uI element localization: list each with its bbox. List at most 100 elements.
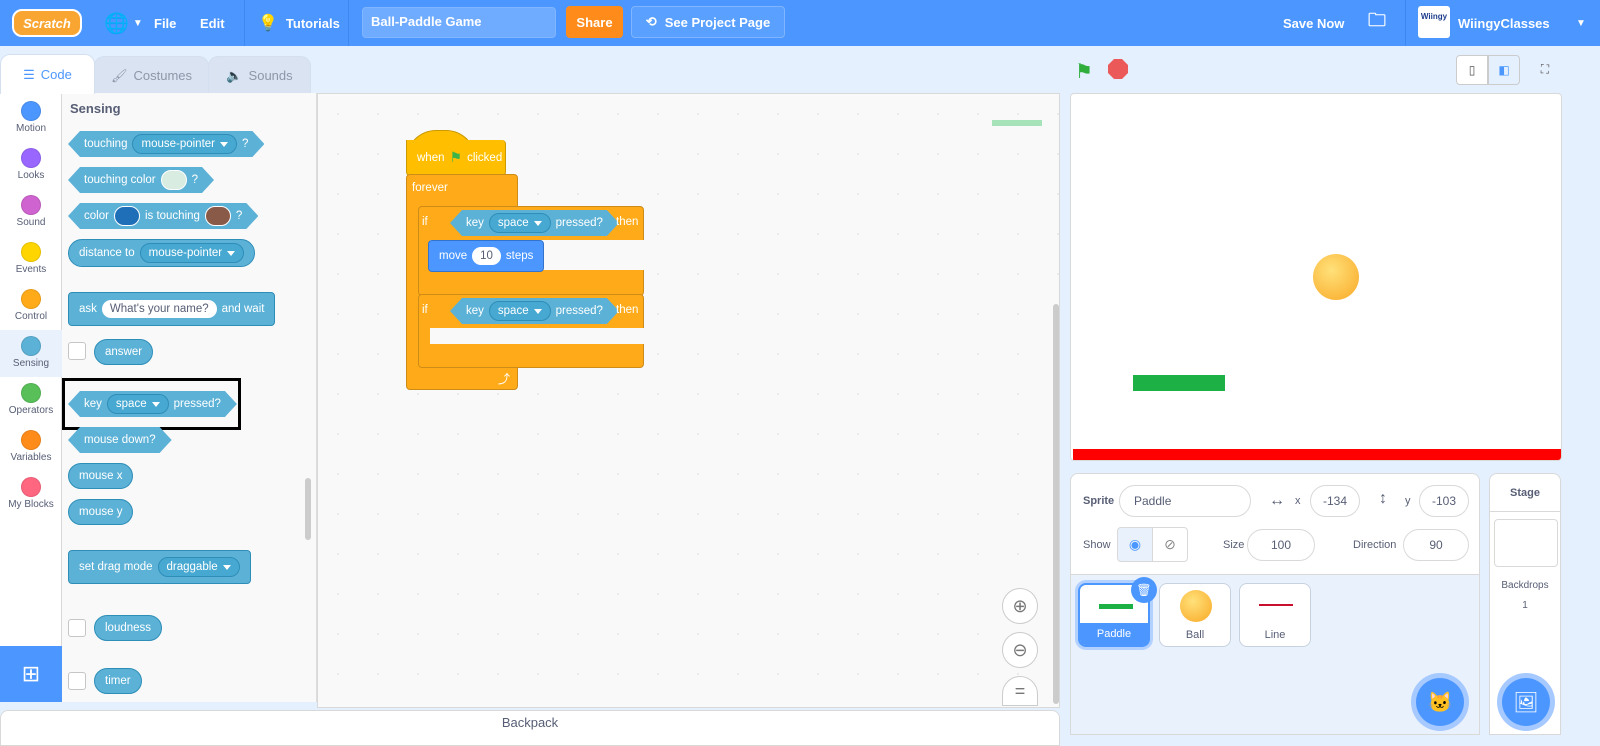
block-key-pressed-condition[interactable]: key space pressed? [450,298,619,324]
code-icon: ☰ [23,66,35,82]
category-sensing[interactable]: Sensing [0,330,62,377]
key-dropdown[interactable]: space [489,301,551,321]
ball-thumbnail [1180,590,1212,622]
paddle-sprite[interactable] [1133,375,1225,391]
sprite-name: Paddle [1080,623,1148,645]
edit-menu[interactable]: Edit [200,0,225,46]
fullscreen-button[interactable]: ⛶ [1530,55,1560,85]
block-mouse-x[interactable]: mouse x [68,463,134,489]
block-key-pressed-condition[interactable]: key space pressed? [450,210,619,236]
palette-scrollbar[interactable] [305,478,311,540]
direction-input[interactable]: 90 [1403,529,1469,561]
touching-dropdown[interactable]: mouse-pointer [132,134,237,154]
key-dropdown[interactable]: space [489,213,551,233]
block-loudness[interactable]: loudness [94,615,163,641]
color-swatch[interactable] [161,170,187,190]
green-flag-button[interactable]: ⚑ [1075,59,1093,84]
distance-dropdown[interactable]: mouse-pointer [139,243,245,263]
block-key-pressed[interactable]: key space pressed? [68,391,237,417]
category-control[interactable]: Control [0,285,62,332]
sprite-name-input[interactable]: Paddle [1119,485,1251,517]
green-flag-icon: ⚑ [449,149,463,165]
ball-sprite[interactable] [1313,254,1359,300]
tab-code[interactable]: ☰ Code [0,54,95,94]
stage-canvas[interactable] [1070,93,1562,461]
tab-costumes[interactable]: 🖌 Costumes [94,56,209,94]
steps-input[interactable]: 10 [472,247,501,265]
block-color-is-touching[interactable]: color is touching? [68,203,258,229]
script-area[interactable]: when ⚑ clicked forever ⤴ if key space presse… [317,93,1060,708]
lightbulb-icon: 💡 [258,15,278,32]
y-input[interactable]: -103 [1419,485,1469,517]
block-when-flag-clicked[interactable]: when ⚑ clicked [406,140,506,176]
block-touching[interactable]: touching mouse-pointer? [68,131,264,157]
sprite-tile-ball[interactable]: Ball [1159,583,1231,647]
zoom-reset-button[interactable]: = [1002,676,1038,706]
category-operators[interactable]: Operators [0,379,62,426]
drag-mode-dropdown[interactable]: draggable [157,557,240,577]
share-button[interactable]: Share [566,6,623,38]
category-motion[interactable]: Motion [0,97,62,144]
add-extension-button[interactable]: ⊞ [0,646,62,702]
paddle-thumbnail [1099,604,1133,609]
scratch-logo[interactable]: Scratch [12,9,82,37]
backpack[interactable]: Backpack [0,710,1060,746]
block-mouse-down[interactable]: mouse down? [68,427,172,453]
project-title-input[interactable]: Ball-Paddle Game [362,7,556,38]
block-distance-to[interactable]: distance to mouse-pointer [68,239,256,267]
block-timer[interactable]: timer [94,668,142,694]
answer-checkbox[interactable] [68,342,86,360]
save-now-button[interactable]: Save Now [1283,0,1344,46]
palette-heading: Sensing [70,101,121,116]
ask-input[interactable]: What's your name? [101,300,217,318]
show-label: Show [1083,539,1111,551]
if-label: if [422,304,428,316]
category-looks[interactable]: Looks [0,144,62,191]
block-ask-and-wait[interactable]: ask What's your name? and wait [68,292,276,326]
file-menu[interactable]: File [154,0,176,46]
block-move-steps[interactable]: move 10 steps [428,240,545,272]
sound-dot-icon [21,195,41,215]
key-dropdown[interactable]: space [107,394,169,414]
loudness-checkbox[interactable] [68,619,86,637]
zoom-in-button[interactable]: ⊕ [1002,588,1038,624]
see-project-page-button[interactable]: ⟲ See Project Page [631,6,785,38]
remix-icon: ⟲ [645,14,657,29]
block-answer[interactable]: answer [94,339,154,365]
block-mouse-y[interactable]: mouse y [68,499,134,525]
stage-thumbnail[interactable] [1494,519,1558,567]
category-variables[interactable]: Variables [0,426,62,473]
line-sprite[interactable] [1073,449,1561,460]
size-input[interactable]: 100 [1247,529,1315,561]
my-stuff-folder-icon[interactable]: 🗀 [1368,0,1386,46]
delete-sprite-trash-icon[interactable]: 🗑 [1131,577,1157,603]
variables-dot-icon [21,430,41,450]
stop-button[interactable] [1108,59,1128,79]
timer-checkbox[interactable] [68,672,86,690]
block-touching-color[interactable]: touching color? [68,167,214,193]
add-sprite-button[interactable]: 🐱 [1416,678,1464,726]
avatar[interactable]: Wiingy [1418,6,1450,38]
small-stage-button[interactable]: ▯ [1456,55,1488,85]
large-stage-button[interactable]: ◧ [1488,55,1520,85]
show-visible-eye-icon[interactable]: ◉ [1117,527,1153,562]
backdrops-count: 1 [1522,600,1528,611]
globe-icon[interactable]: 🌐 ▼ [104,0,143,46]
category-my-blocks[interactable]: My Blocks [0,473,62,520]
add-backdrop-button[interactable]: 🖼 [1502,678,1550,726]
category-sound[interactable]: Sound [0,191,62,238]
tab-sounds[interactable]: 🔈 Sounds [208,56,311,94]
username[interactable]: WiingyClasses [1458,0,1550,46]
sprite-tile-line[interactable]: Line [1239,583,1311,647]
hide-eye-slash-icon[interactable]: ⊘ [1152,527,1188,562]
tutorials-button[interactable]: 💡 Tutorials [258,0,340,46]
x-input[interactable]: -134 [1310,485,1360,517]
block-set-drag-mode[interactable]: set drag mode draggable [68,550,251,584]
zoom-out-button[interactable]: ⊖ [1002,632,1038,668]
script-minimap-indicator [992,120,1042,126]
color-swatch[interactable] [114,206,140,226]
account-chevron-down-icon[interactable]: ▼ [1576,0,1586,46]
category-events[interactable]: Events [0,238,62,285]
script-scrollbar[interactable] [1053,304,1059,704]
color-swatch[interactable] [205,206,231,226]
